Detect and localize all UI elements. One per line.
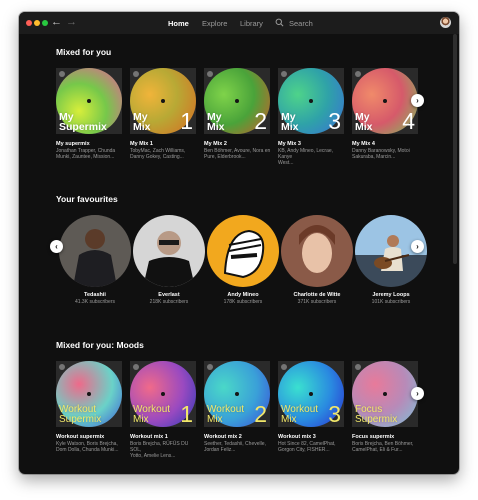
card-subtitle: KB, Andy Mineo, Lecrae, Kanye West... (278, 148, 334, 166)
card-subtitle: Kyle Watson, Boris Brejcha, Dom Dolla, C… (56, 441, 119, 453)
mix-cover[interactable]: My Mix 4 (352, 68, 418, 134)
artist-name[interactable]: Tedashii (59, 292, 131, 299)
card-subtitle: Hot Since 82, CamelPhat, Gorgon City, FI… (278, 441, 336, 453)
search-input[interactable]: Search (289, 19, 313, 28)
artist-photo[interactable] (281, 215, 353, 287)
artist-name[interactable]: Everlast (133, 292, 205, 299)
mix-cover[interactable]: Workout Mix 1 (130, 361, 196, 427)
artist-subscribers: 101K subscribers (371, 299, 411, 305)
avatar[interactable] (440, 17, 451, 28)
carousel-prev-button[interactable]: ‹ (50, 240, 63, 253)
mix-badge-icon (281, 71, 287, 77)
mix-cover[interactable]: My Mix 1 (130, 68, 196, 134)
tab-home[interactable]: Home (168, 19, 189, 28)
app-window: ← → Home Explore Library Search Mixed fo… (19, 12, 459, 474)
mix-cover[interactable]: My Supermix (56, 68, 122, 134)
card-title[interactable]: My Mix 4 (352, 141, 375, 148)
chevron-right-icon: › (416, 389, 419, 398)
artist-name[interactable]: Jeremy Loops (355, 292, 427, 299)
chevron-right-icon: › (416, 242, 419, 251)
card-subtitle: Seether, Tedashii, Chevelle, Jordan Feli… (204, 441, 266, 453)
artist-subscribers: 41.3K subscribers (74, 299, 116, 305)
card-subtitle: Ben Böhmer, Avoure, Nora en Pure, Elderb… (204, 148, 271, 160)
mix-cover[interactable]: Workout Supermix (56, 361, 122, 427)
section-title-your-favourites: Your favourites (56, 194, 118, 204)
minimize-window-button[interactable] (34, 20, 40, 26)
carousel-next-button[interactable]: › (411, 240, 424, 253)
card-subtitle: Boris Brejcha, RÜFÜS DU SOL, Yotto, Amel… (130, 441, 189, 459)
artist-photo[interactable] (133, 215, 205, 287)
card-title[interactable]: Workout supermix (56, 434, 104, 441)
mix-badge-icon (59, 71, 65, 77)
card-title[interactable]: Workout mix 3 (278, 434, 316, 441)
artist-photo[interactable] (207, 215, 279, 287)
card-title[interactable]: My supermix (56, 141, 90, 148)
card-title[interactable]: My Mix 1 (130, 141, 153, 148)
mix-cover[interactable]: Focus Supermix (352, 361, 418, 427)
artist-name[interactable]: Andy Mineo (207, 292, 279, 299)
mix-badge-icon (133, 364, 139, 370)
card-title[interactable]: Workout mix 1 (130, 434, 168, 441)
mix-badge-icon (355, 71, 361, 77)
card-title[interactable]: My Mix 2 (204, 141, 227, 148)
scrollbar[interactable] (453, 34, 457, 264)
card-title[interactable]: Workout mix 2 (204, 434, 242, 441)
mix-badge-icon (59, 364, 65, 370)
mix-badge-icon (355, 364, 361, 370)
title-bar: ← → Home Explore Library Search (19, 12, 459, 34)
mix-cover[interactable]: Workout Mix 2 (204, 361, 270, 427)
artist-subscribers: 371K subscribers (297, 299, 337, 305)
mix-cover[interactable]: My Mix 2 (204, 68, 270, 134)
mix-badge-icon (207, 364, 213, 370)
mix-badge-icon (281, 364, 287, 370)
search-icon[interactable] (275, 18, 284, 27)
artist-name[interactable]: Charlotte de Witte (281, 292, 353, 299)
section-title-mixed-for-you: Mixed for you (56, 47, 112, 57)
card-subtitle: Jonathan Trapper, Chunda Munki, Zauntee,… (56, 148, 116, 160)
mix-badge-icon (133, 71, 139, 77)
carousel-next-button[interactable]: › (411, 94, 424, 107)
card-subtitle: TobyMac, Zach Williams, Danny Gokey, Cas… (130, 148, 186, 160)
zoom-window-button[interactable] (42, 20, 48, 26)
section-title-moods: Mixed for you: Moods (56, 340, 144, 350)
mix-badge-icon (207, 71, 213, 77)
card-title[interactable]: Focus supermix (352, 434, 394, 441)
back-arrow-icon[interactable]: ← (51, 16, 62, 28)
card-title[interactable]: My Mix 3 (278, 141, 301, 148)
chevron-left-icon: ‹ (55, 242, 58, 251)
artist-photo[interactable] (59, 215, 131, 287)
mix-cover[interactable]: Workout Mix 3 (278, 361, 344, 427)
card-subtitle: Danny Baranowsky, Motoi Sakuraba, Marcin… (352, 148, 410, 160)
card-subtitle: Boris Brejcha, Ben Böhmer, CamelPhat, El… (352, 441, 414, 453)
artist-subscribers: 218K subscribers (149, 299, 189, 305)
carousel-next-button[interactable]: › (411, 387, 424, 400)
chevron-right-icon: › (416, 96, 419, 105)
tab-library[interactable]: Library (240, 19, 263, 28)
artist-subscribers: 178K subscribers (223, 299, 263, 305)
mix-cover[interactable]: My Mix 3 (278, 68, 344, 134)
forward-arrow-icon[interactable]: → (66, 16, 77, 28)
tab-explore[interactable]: Explore (202, 19, 227, 28)
close-window-button[interactable] (26, 20, 32, 26)
